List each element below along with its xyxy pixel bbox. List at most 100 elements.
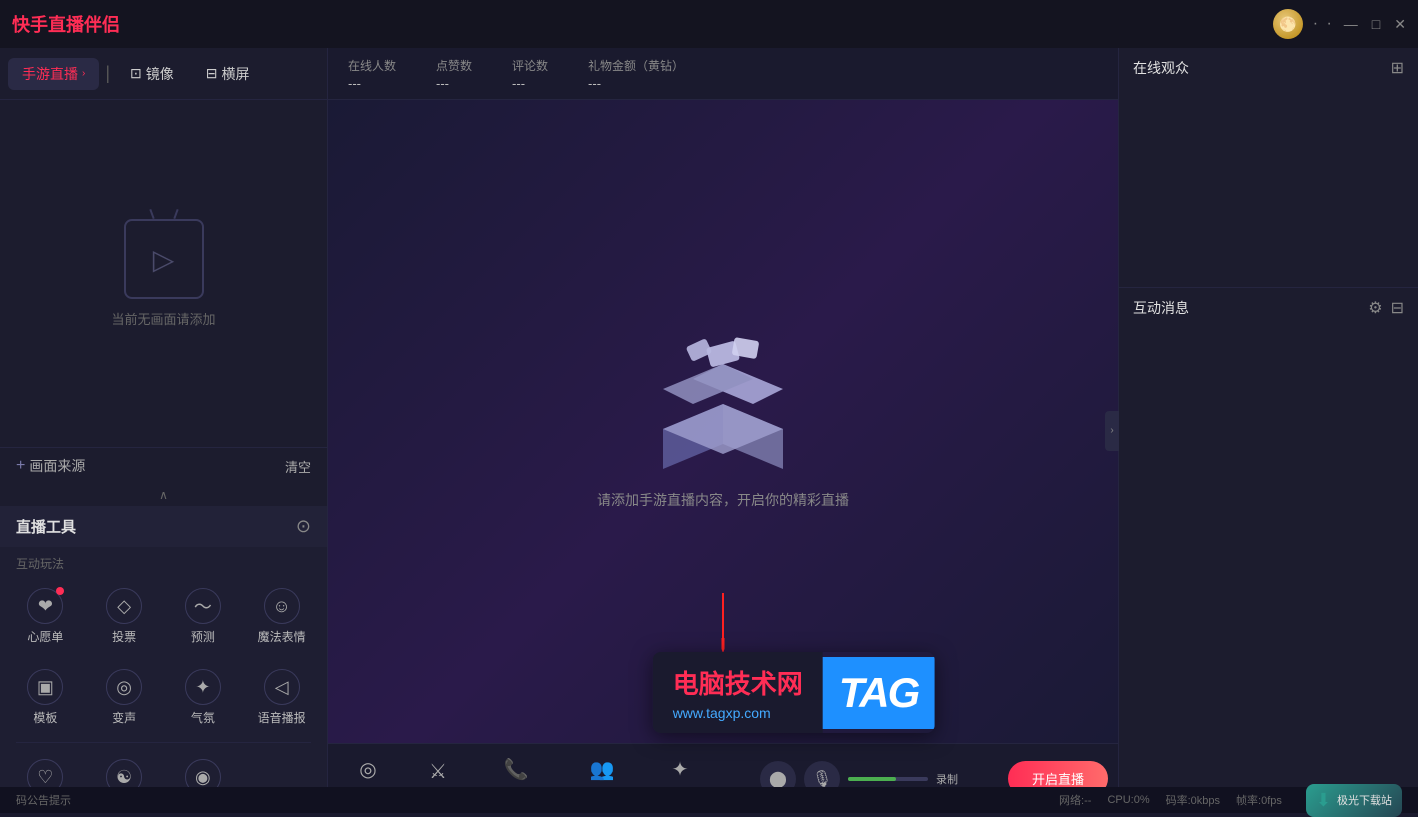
- interactive-msg-section: 互动消息 ⚙ ⊟: [1119, 288, 1418, 813]
- plus-icon: +: [16, 457, 25, 475]
- online-audience-title: 在线观众: [1133, 58, 1189, 78]
- interactive-msg-title: 互动消息: [1133, 298, 1189, 318]
- tool-wishlist[interactable]: ❤ 心愿单: [8, 580, 83, 653]
- mirror-icon: ⊡: [130, 65, 142, 82]
- stat-likes-value: ---: [436, 76, 472, 91]
- predict-label: 预测: [191, 628, 215, 645]
- red-arrow: [722, 593, 725, 653]
- nav-separator: |: [105, 63, 110, 84]
- maximize-button[interactable]: □: [1372, 16, 1380, 32]
- watermark-url-text: www.tagxp.com: [673, 705, 803, 721]
- preview-hint: 当前无画面请添加: [111, 309, 215, 328]
- tools-grid-row2: ▣ 模板 ◎ 变声 ✦ 气氛 ◁ 语音播报: [0, 657, 327, 738]
- avatar[interactable]: 🌕: [1273, 9, 1303, 39]
- left-sidebar: 手游直播 › | ⊡ 镜像 ⊟ 横屏 ▷ 当前无画面请添加 + 画面来: [0, 48, 328, 813]
- minimize-button[interactable]: —: [1344, 16, 1358, 32]
- nav-mirror-label: 镜像: [146, 64, 174, 84]
- add-scene-label: 画面来源: [29, 456, 85, 476]
- tool-template[interactable]: ▣ 模板: [8, 661, 83, 734]
- nav-landscape[interactable]: ⊟ 横屏: [192, 58, 264, 90]
- magic-face-icon: ☺: [264, 588, 300, 624]
- stats-bar: 在线人数 --- 点赞数 --- 评论数 --- 礼物金额（黄钻） ---: [328, 48, 1118, 100]
- stat-online: 在线人数 ---: [348, 57, 396, 91]
- voice-change-icon: ◎: [106, 669, 142, 705]
- tools-interactive-label: 互动玩法: [0, 547, 327, 576]
- tools-header: 直播工具 ⊙: [0, 506, 327, 547]
- play-icon: ▷: [153, 243, 175, 276]
- scene-controls: + 画面来源 清空: [0, 447, 327, 484]
- tools-section: 直播工具 ⊙ 互动玩法 ❤ 心愿单 ◇ 投票 〜: [0, 506, 327, 813]
- close-button[interactable]: ✕: [1394, 16, 1406, 33]
- decoration-icon: ✦: [672, 757, 689, 782]
- right-panel: › 在线观众 ⊞ 互动消息 ⚙ ⊟: [1118, 48, 1418, 813]
- tool-voice-broadcast[interactable]: ◁ 语音播报: [244, 661, 319, 734]
- connect-battle-icon: 📞: [504, 757, 529, 782]
- voice-broadcast-label: 语音播报: [258, 709, 306, 726]
- box-illustration: [643, 334, 803, 474]
- predict-icon: 〜: [185, 588, 221, 624]
- add-scene-button[interactable]: + 画面来源: [16, 456, 85, 476]
- tool-magic-face[interactable]: ☺ 魔法表情: [244, 580, 319, 653]
- tools-title: 直播工具: [16, 516, 76, 537]
- right-collapse-button[interactable]: ›: [1105, 411, 1119, 451]
- tool-predict[interactable]: 〜 预测: [166, 580, 241, 653]
- stat-gifts-label: 礼物金额（黄钻）: [588, 57, 684, 74]
- stat-online-label: 在线人数: [348, 57, 396, 74]
- preview-area: ▷ 当前无画面请添加: [0, 100, 327, 447]
- tool-vote[interactable]: ◇ 投票: [87, 580, 162, 653]
- tools-more-icon[interactable]: ⊙: [296, 516, 311, 537]
- stat-likes-label: 点赞数: [436, 57, 472, 74]
- nav-mobile-live-label: 手游直播: [22, 64, 78, 84]
- interactive-msg-header: 互动消息 ⚙ ⊟: [1119, 288, 1418, 328]
- app-title: 快手直播伴侣: [12, 11, 120, 37]
- nav-mobile-live[interactable]: 手游直播 ›: [8, 58, 99, 90]
- stat-comments: 评论数 ---: [512, 57, 548, 91]
- template-icon: ▣: [27, 669, 63, 705]
- status-network: 网络:--: [1059, 792, 1091, 808]
- tool-atmosphere[interactable]: ✦ 气氛: [166, 661, 241, 734]
- download-badge[interactable]: ⬇ 极光下载站: [1306, 784, 1402, 817]
- voice-broadcast-icon: ◁: [264, 669, 300, 705]
- status-bar: 码公告提示 网络:-- CPU:0% 码率:0kbps 帧率:0fps ⬇ 极光…: [0, 787, 1418, 813]
- atmosphere-icon: ✦: [185, 669, 221, 705]
- window-controls: — □ ✕: [1344, 16, 1406, 33]
- wishlist-badge: [56, 587, 64, 595]
- titlebar: 快手直播伴侣 🌕 · · — □ ✕: [0, 0, 1418, 48]
- hongbao-icon: ◎: [359, 757, 376, 782]
- titlebar-right: 🌕 · · — □ ✕: [1273, 9, 1406, 39]
- minimize-icon[interactable]: ⊟: [1391, 298, 1404, 318]
- clear-button[interactable]: 清空: [285, 457, 311, 476]
- stat-gifts: 礼物金额（黄钻） ---: [588, 57, 684, 91]
- preview-icon: ▷: [124, 219, 204, 299]
- volume-fill: [848, 777, 896, 781]
- download-label: 极光下载站: [1337, 792, 1392, 808]
- voice-change-label: 变声: [112, 709, 136, 726]
- nav-mirror[interactable]: ⊡ 镜像: [116, 58, 188, 90]
- record-label: 录制: [936, 771, 958, 787]
- watermark-main-text: 电脑技术网: [673, 664, 803, 701]
- watermark-text: 电脑技术网 www.tagxp.com: [653, 652, 823, 733]
- online-audience-header: 在线观众 ⊞: [1119, 48, 1418, 88]
- stat-comments-label: 评论数: [512, 57, 548, 74]
- settings-icon[interactable]: ⚙: [1368, 298, 1382, 318]
- watermark-overlay: 电脑技术网 www.tagxp.com TAG: [653, 652, 935, 733]
- stat-gifts-value: ---: [588, 76, 684, 91]
- volume-slider[interactable]: [848, 777, 928, 781]
- interactive-msg-icons: ⚙ ⊟: [1368, 298, 1404, 318]
- expand-icon[interactable]: ⊞: [1391, 58, 1404, 78]
- tools-divider: [16, 742, 311, 743]
- atmosphere-label: 气氛: [191, 709, 215, 726]
- landscape-icon: ⊟: [206, 65, 218, 82]
- download-icon: ⬇: [1316, 790, 1331, 811]
- online-audience-icons: ⊞: [1391, 58, 1404, 78]
- watermark-tag: TAG: [823, 657, 935, 729]
- tools-grid-row1: ❤ 心愿单 ◇ 投票 〜 预测 ☺ 魔法表情: [0, 576, 327, 657]
- stat-likes: 点赞数 ---: [436, 57, 472, 91]
- wishlist-label: 心愿单: [27, 628, 63, 645]
- pk-icon: ⚔: [429, 759, 447, 784]
- status-fps: 帧率:0fps: [1236, 792, 1282, 808]
- collapse-arrow[interactable]: ∧: [0, 484, 327, 506]
- tool-voice-change[interactable]: ◎ 变声: [87, 661, 162, 734]
- stream-hint: 请添加手游直播内容，开启你的精彩直播: [597, 490, 849, 510]
- nav-landscape-label: 横屏: [222, 64, 250, 84]
